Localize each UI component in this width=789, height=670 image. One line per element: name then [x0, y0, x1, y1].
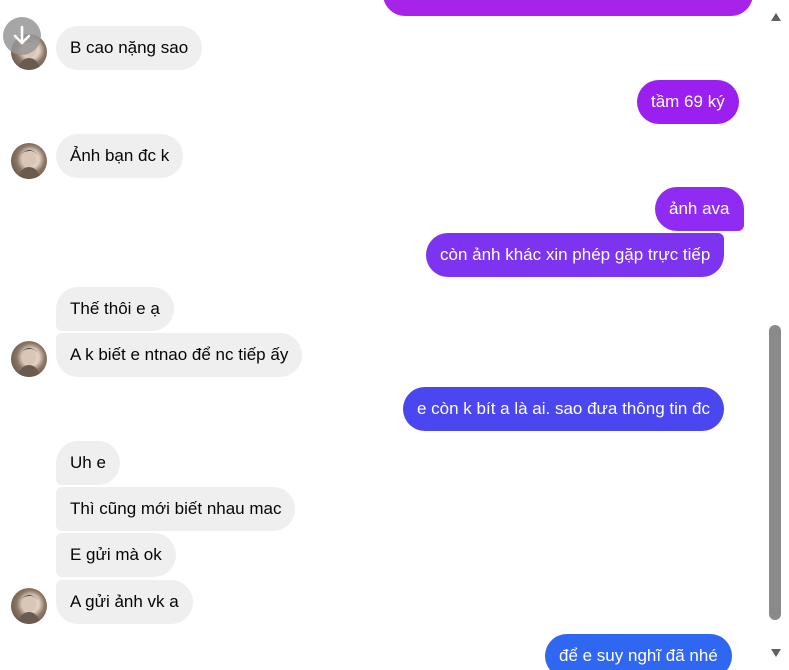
- message-bubble-incoming: Uh e: [56, 441, 120, 485]
- message-bubble-outgoing: tầm 69 ký: [637, 80, 739, 124]
- message-bubble-incoming: Ảnh bạn đc k: [56, 134, 184, 178]
- triangle-up-icon: [771, 13, 781, 21]
- contact-avatar[interactable]: [11, 143, 47, 179]
- message-bubble-incoming: A k biết e ntnao để nc tiếp ấy: [56, 333, 303, 377]
- contact-avatar[interactable]: [11, 341, 47, 377]
- scroll-down-button[interactable]: [769, 646, 783, 660]
- message-bubble-outgoing: ảnh ava: [655, 187, 744, 231]
- message-bubble-incoming: B cao nặng sao: [56, 26, 203, 70]
- scrollbar[interactable]: [763, 0, 789, 670]
- message-bubble-outgoing: còn ảnh khác xin phép gặp trực tiếp: [426, 233, 725, 277]
- message-bubble-incoming: E gửi mà ok: [56, 533, 176, 577]
- message-bubble-outgoing: [383, 0, 753, 16]
- message-bubble-incoming: A gửi ảnh vk a: [56, 580, 193, 624]
- scrollbar-thumb[interactable]: [769, 325, 781, 620]
- message-bubble-outgoing: để e suy nghĩ đã nhé: [545, 634, 732, 670]
- message-bubble-outgoing: e còn k bít a là ai. sao đưa thông tin đ…: [403, 387, 725, 431]
- chat-thread[interactable]: B cao nặng sao tầm 69 ký Ảnh bạn đc k ản…: [0, 0, 789, 670]
- scroll-to-bottom-button[interactable]: [3, 17, 41, 55]
- message-bubble-incoming: Thế thôi e ạ: [56, 287, 174, 331]
- message-bubble-incoming: Thì cũng mới biết nhau mac: [56, 487, 296, 531]
- triangle-down-icon: [771, 649, 781, 657]
- arrow-down-icon: [13, 25, 31, 45]
- contact-avatar[interactable]: [11, 588, 47, 624]
- scroll-up-button[interactable]: [769, 10, 783, 24]
- scrollbar-track[interactable]: [769, 30, 781, 640]
